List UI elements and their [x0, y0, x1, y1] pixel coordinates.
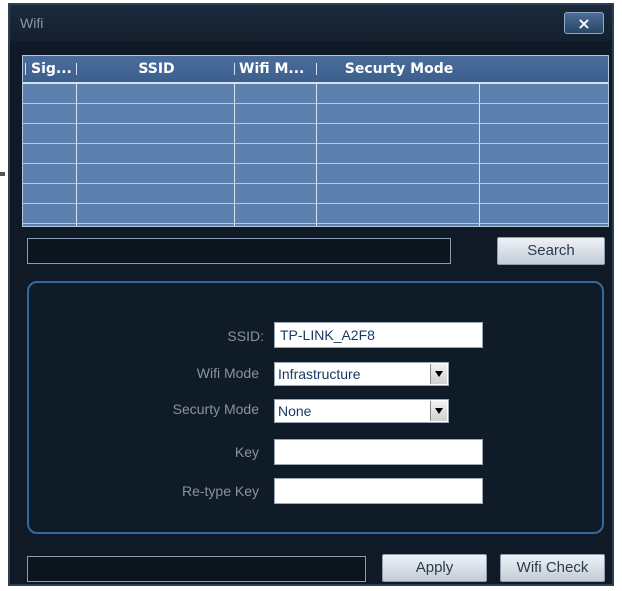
- chevron-down-icon[interactable]: [430, 364, 447, 384]
- ssid-input[interactable]: TP-LINK_A2F8: [274, 322, 483, 348]
- key-label: Key: [234, 444, 259, 460]
- close-icon: ×: [577, 14, 591, 33]
- list-row[interactable]: [23, 184, 608, 204]
- external-mark: [0, 172, 5, 176]
- wifi-check-button[interactable]: Wifi Check: [500, 554, 605, 582]
- column-header-security-mode[interactable]: Securty Mode: [319, 56, 479, 82]
- wifi-mode-select[interactable]: Infrastructure: [274, 362, 449, 386]
- apply-button[interactable]: Apply: [382, 554, 487, 582]
- list-header: Sig... SSID Wifi M... Securty Mode: [23, 56, 608, 84]
- column-header-ssid[interactable]: SSID: [79, 56, 234, 82]
- column-header-wifi-mode[interactable]: Wifi M...: [239, 56, 317, 82]
- security-mode-select[interactable]: None: [274, 399, 449, 423]
- message-field: [27, 556, 366, 582]
- wifi-mode-value: Infrastructure: [278, 366, 361, 382]
- header-separator: [234, 63, 235, 75]
- network-list[interactable]: Sig... SSID Wifi M... Securty Mode: [22, 55, 609, 227]
- search-button[interactable]: Search: [497, 237, 605, 265]
- list-row[interactable]: [23, 204, 608, 224]
- header-separator: [25, 63, 26, 75]
- chevron-down-icon[interactable]: [430, 401, 447, 421]
- title-bar: Wifi ×: [10, 5, 612, 41]
- list-row[interactable]: [23, 164, 608, 184]
- header-separator: [76, 63, 77, 75]
- list-row[interactable]: [23, 104, 608, 124]
- key-input[interactable]: [274, 439, 483, 465]
- search-status-field: [27, 238, 451, 264]
- list-row[interactable]: [23, 144, 608, 164]
- settings-panel: SSID: TP-LINK_A2F8 Wifi Mode Infrastruct…: [27, 281, 604, 534]
- security-mode-label: Securty Mode: [172, 401, 259, 417]
- wifi-dialog: Wifi × Sig... SSID Wifi M... Securty Mod…: [8, 3, 614, 586]
- list-row[interactable]: [23, 124, 608, 144]
- column-header-signal[interactable]: Sig...: [31, 56, 79, 82]
- wifi-mode-label: Wifi Mode: [196, 365, 259, 381]
- ssid-label: SSID:: [227, 328, 264, 344]
- close-button[interactable]: ×: [564, 12, 604, 34]
- retype-key-label: Re-type Key: [181, 483, 259, 499]
- list-row[interactable]: [23, 84, 608, 104]
- header-separator: [316, 63, 317, 75]
- window-title: Wifi: [20, 15, 44, 31]
- retype-key-input[interactable]: [274, 478, 483, 504]
- security-mode-value: None: [278, 403, 312, 419]
